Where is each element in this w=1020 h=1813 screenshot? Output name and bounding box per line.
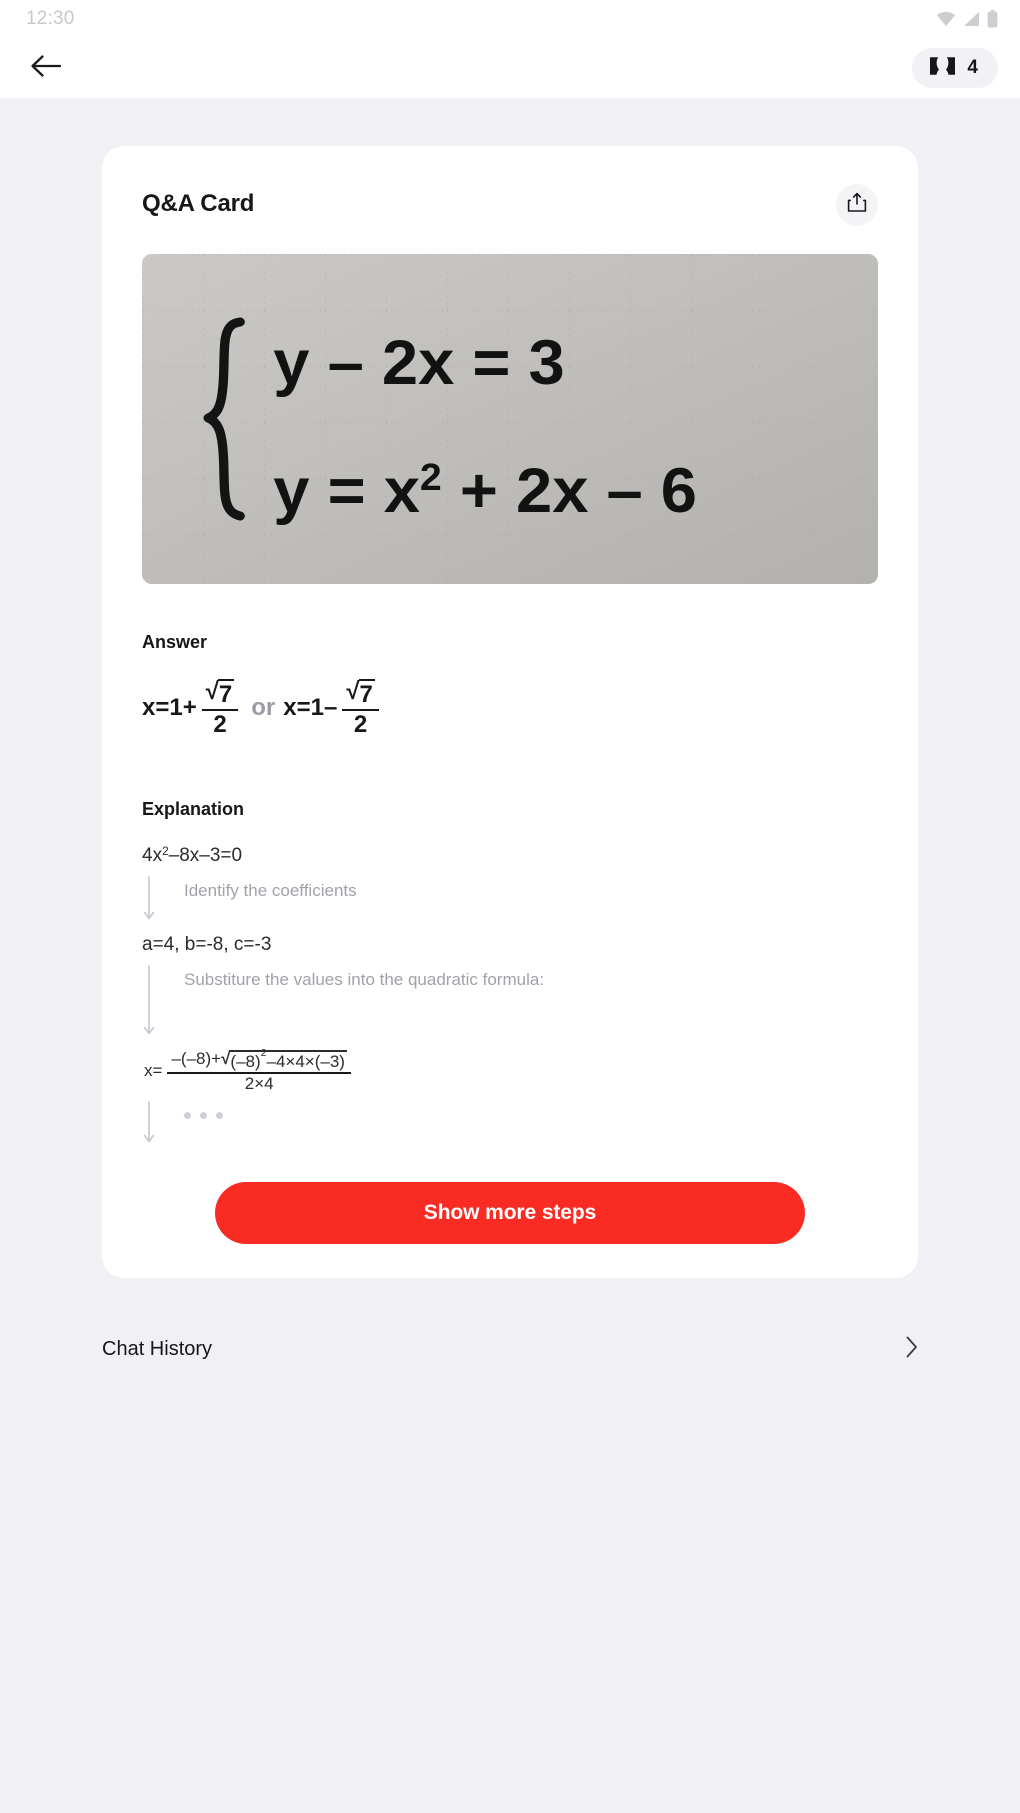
answer-fraction-2-denominator: 2: [353, 710, 368, 738]
chevron-right-icon: [906, 1336, 918, 1363]
step-expr-pre: a=4, b=-8, c=-3: [142, 933, 272, 955]
ticket-icon: [929, 56, 956, 81]
answer-lhs-2: x=1–: [283, 694, 338, 721]
step-expr-post: –8x–3=0: [168, 845, 243, 866]
quadratic-formula-expression: x= –(–8)+ √ (–8)2–4×4×(–3) 2×4: [142, 1046, 878, 1093]
answer-fraction-2: √ 7 2: [342, 679, 379, 738]
formula-radicand-sup: 2: [260, 1046, 267, 1059]
share-icon: [847, 192, 867, 218]
step-connector-arrow-icon: [142, 964, 168, 1040]
answer-radicand-2: 7: [358, 679, 375, 709]
ticket-count: 4: [967, 57, 978, 78]
svg-text:y – 2x = 3: y – 2x = 3: [273, 327, 564, 398]
explanation-step-note: Substiture the values into the quadratic…: [142, 956, 878, 1050]
app-bar: 4: [0, 38, 1020, 98]
formula-radical: √ (–8)2–4×4×(–3): [221, 1046, 347, 1071]
back-button[interactable]: [22, 44, 70, 92]
formula-denominator: 2×4: [244, 1073, 274, 1093]
answer-radicand-1: 7: [217, 679, 235, 709]
status-bar-time: 12:30: [26, 8, 75, 29]
formula-fraction: –(–8)+ √ (–8)2–4×4×(–3) 2×4: [167, 1046, 351, 1093]
answer-fraction-1: √ 7 2: [201, 679, 239, 738]
card-header: Q&A Card: [142, 184, 878, 226]
answer-connector: or: [251, 694, 276, 721]
answer-fraction-1-denominator: 2: [213, 710, 227, 738]
share-button[interactable]: [836, 184, 878, 226]
status-bar-icons: [936, 10, 998, 28]
explanation-step-note: Identify the coefficients: [142, 867, 878, 935]
explanation-step-expression: a=4, b=-8, c=-3: [142, 933, 878, 956]
show-more-steps-button[interactable]: Show more steps: [215, 1182, 805, 1245]
formula-radicand-post: –4×4×(–3): [266, 1051, 345, 1071]
answer-lhs-1: x=1+: [142, 694, 197, 721]
chat-history-label: Chat History: [102, 1337, 213, 1360]
chat-history-row[interactable]: Chat History: [102, 1314, 918, 1384]
qa-card: Q&A Card y – 2x = 3 y = x2 + 2x – 6 Answ…: [102, 146, 918, 1279]
step-note-text: Identify the coefficients: [184, 880, 357, 900]
wifi-icon: [936, 11, 956, 27]
formula-numerator: –(–8)+ √ (–8)2–4×4×(–3): [167, 1046, 351, 1074]
ellipsis-icon: [168, 1102, 223, 1120]
page-title: Q&A Card: [142, 190, 255, 217]
answer-label: Answer: [142, 632, 208, 652]
step-expr-pre: 4x: [142, 845, 163, 866]
answer-fraction-1-numerator: √ 7: [201, 679, 239, 711]
answer-expression: x=1+ √ 7 2 or x=1– √ 7 2: [142, 675, 878, 741]
page-body: Q&A Card y – 2x = 3 y = x2 + 2x – 6 Answ…: [0, 98, 1020, 1813]
explanation-step-expression: 4x 2 –8x–3=0: [142, 844, 243, 866]
ticket-badge[interactable]: 4: [912, 48, 998, 88]
explanation-truncated: [142, 1092, 878, 1158]
formula-radicand-pre: (–8): [230, 1051, 261, 1071]
formula-numerator-prefix: –(–8)+: [171, 1048, 222, 1068]
explanation-steps: 4x 2 –8x–3=0 Identify the coefficients a=4…: [142, 844, 878, 1158]
formula-lhs: x=: [144, 1060, 163, 1080]
formula-radicand: (–8)2–4×4×(–3): [229, 1046, 347, 1071]
back-arrow-icon: [29, 53, 63, 84]
step-note-text: Substiture the values into the quadratic…: [184, 969, 545, 989]
step-connector-arrow-icon: [142, 876, 168, 925]
step-connector-arrow-icon: [142, 1101, 168, 1148]
problem-image-canvas: y – 2x = 3 y = x2 + 2x – 6: [142, 254, 878, 584]
battery-icon: [987, 10, 998, 28]
problem-image[interactable]: y – 2x = 3 y = x2 + 2x – 6: [142, 254, 878, 584]
answer-fraction-2-numerator: √ 7: [342, 679, 379, 711]
status-bar: 12:30: [0, 0, 1020, 38]
explanation-label: Explanation: [142, 799, 245, 819]
signal-icon: [963, 11, 980, 27]
svg-text:y = x2 + 2x – 6: y = x2 + 2x – 6: [273, 455, 697, 526]
